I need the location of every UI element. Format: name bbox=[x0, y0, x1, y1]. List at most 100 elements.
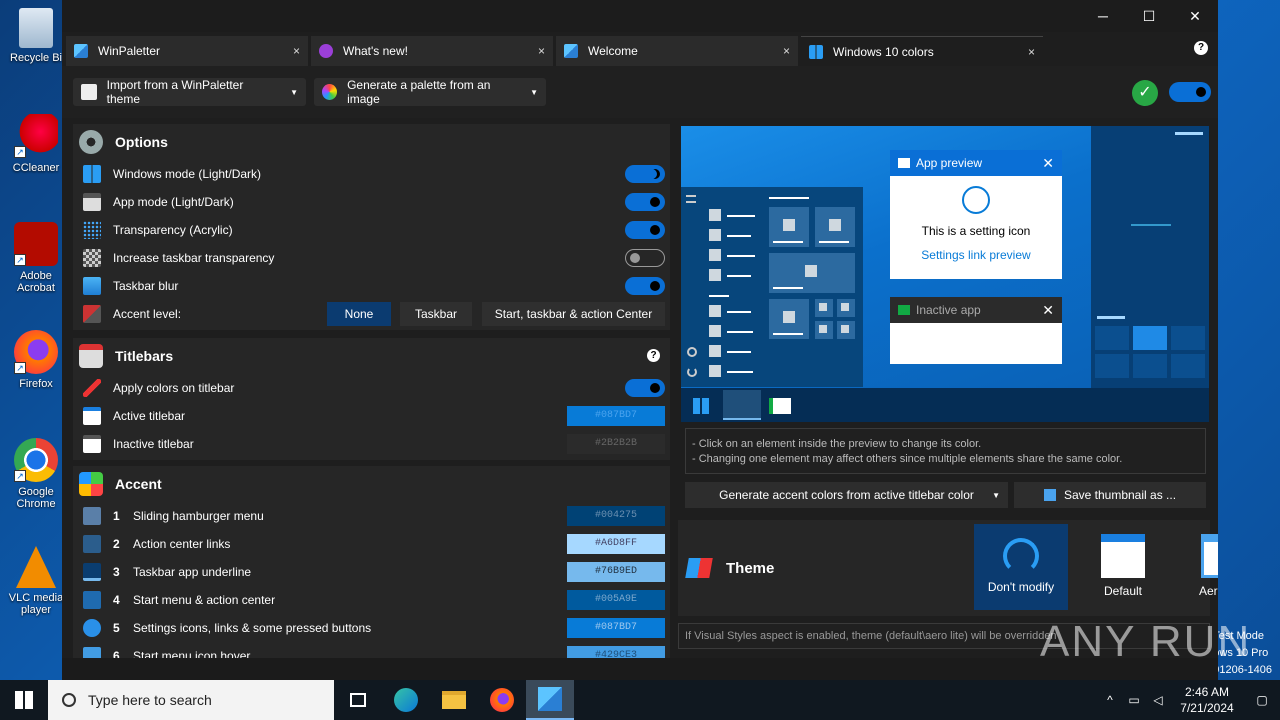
desktop-icon-adobe-acrobat[interactable]: ↗ Adobe Acrobat bbox=[4, 222, 68, 294]
save-thumbnail-button[interactable]: Save thumbnail as ... bbox=[1014, 482, 1206, 508]
task-view-icon bbox=[350, 693, 366, 707]
preview-start-menu[interactable] bbox=[681, 187, 863, 387]
help-icon[interactable]: ? bbox=[647, 349, 660, 362]
settings-icon[interactable] bbox=[687, 347, 697, 357]
notification-icon[interactable]: ▢ bbox=[1244, 693, 1280, 707]
tab-welcome[interactable]: Welcome × bbox=[556, 36, 798, 66]
network-icon[interactable]: ▭ bbox=[1122, 693, 1146, 707]
tab-windows-10-colors[interactable]: Windows 10 colors × bbox=[801, 36, 1043, 66]
clock[interactable]: 2:46 AM 7/21/2024 bbox=[1170, 684, 1244, 716]
chevron-up-icon[interactable]: ^ bbox=[1098, 693, 1122, 707]
accent-color-swatch[interactable]: #A6D8FF bbox=[567, 534, 665, 554]
action-line bbox=[1131, 224, 1171, 226]
taskbar-winpaletter[interactable] bbox=[526, 680, 574, 720]
start-tile[interactable] bbox=[837, 299, 855, 317]
start-tile[interactable] bbox=[769, 207, 809, 247]
windows-preview[interactable]: App preview ✕ This is a setting icon Set… bbox=[681, 126, 1209, 422]
inactive-titlebar-color-swatch[interactable]: #2B2B2B bbox=[567, 434, 665, 454]
palette-icon[interactable] bbox=[962, 186, 990, 214]
taskbar-blur-toggle[interactable] bbox=[625, 277, 665, 295]
preview-inactive-title: Inactive app bbox=[916, 303, 981, 317]
theme-option-label: Don't modify bbox=[987, 580, 1055, 594]
quick-action-tile[interactable] bbox=[1133, 354, 1167, 378]
action-link[interactable] bbox=[1175, 132, 1203, 135]
desktop-icon-firefox[interactable]: ↗ Firefox bbox=[4, 330, 68, 390]
settings-link[interactable]: Settings link preview bbox=[890, 248, 1062, 262]
accent-color-swatch[interactable]: #76B9ED bbox=[567, 562, 665, 582]
quick-action-tile[interactable] bbox=[1095, 354, 1129, 378]
quick-action-tile[interactable] bbox=[1171, 326, 1205, 350]
preview-active-window[interactable]: App preview ✕ This is a setting icon Set… bbox=[890, 150, 1062, 279]
help-icon[interactable]: ? bbox=[1194, 41, 1208, 55]
desktop-icon-google-chrome[interactable]: ↗ Google Chrome bbox=[4, 438, 68, 510]
tab-close-icon[interactable]: × bbox=[293, 44, 300, 58]
desktop-icon-vlc[interactable]: VLC media player bbox=[4, 546, 68, 616]
tab-winpaletter[interactable]: WinPaletter × bbox=[66, 36, 308, 66]
start-tile[interactable] bbox=[769, 253, 855, 293]
enable-toggle[interactable] bbox=[1169, 82, 1211, 102]
preview-taskbar[interactable] bbox=[681, 388, 1209, 422]
taskbar-app[interactable] bbox=[769, 398, 791, 414]
taskbar-search[interactable]: Type here to search bbox=[48, 680, 334, 720]
preview-inactive-titlebar[interactable]: Inactive app ✕ bbox=[890, 297, 1062, 323]
windows-logo-icon[interactable] bbox=[693, 398, 709, 414]
close-icon[interactable]: ✕ bbox=[1042, 155, 1054, 172]
active-titlebar-color-swatch[interactable]: #087BD7 bbox=[567, 406, 665, 426]
accent-level-taskbar[interactable]: Taskbar bbox=[400, 302, 472, 326]
start-tile[interactable] bbox=[815, 321, 833, 339]
preview-action-center[interactable] bbox=[1091, 126, 1209, 388]
app-mode-toggle[interactable] bbox=[625, 193, 665, 211]
minimize-button[interactable]: ─ bbox=[1080, 0, 1126, 32]
desktop-icon-ccleaner[interactable]: ↗ CCleaner bbox=[4, 114, 68, 174]
start-tile[interactable] bbox=[837, 321, 855, 339]
tab-close-icon[interactable]: × bbox=[783, 44, 790, 58]
theme-option-aero-lite[interactable]: Aero Lite bbox=[1176, 524, 1218, 610]
volume-icon[interactable]: ◁ bbox=[1146, 693, 1170, 707]
taskbar-transparency-toggle[interactable] bbox=[625, 249, 665, 267]
generate-palette-button[interactable]: Generate a palette from an image ▼ bbox=[314, 78, 546, 106]
close-icon[interactable]: ✕ bbox=[1042, 302, 1054, 319]
option-label: Accent level: bbox=[113, 307, 182, 321]
option-label: Increase taskbar transparency bbox=[113, 251, 275, 265]
maximize-button[interactable]: ☐ bbox=[1126, 0, 1172, 32]
transparency-toggle[interactable] bbox=[625, 221, 665, 239]
theme-option-default[interactable]: Default bbox=[1076, 524, 1170, 610]
options-header: Options bbox=[73, 124, 670, 160]
start-tile[interactable] bbox=[769, 299, 809, 339]
apply-titlebar-toggle[interactable] bbox=[625, 379, 665, 397]
accent-level-start-taskbar-action[interactable]: Start, taskbar & action Center bbox=[482, 302, 665, 326]
power-icon[interactable] bbox=[687, 367, 697, 377]
quick-action-tile-pressed[interactable] bbox=[1133, 326, 1167, 350]
generate-accent-button[interactable]: Generate accent colors from active title… bbox=[685, 482, 1008, 508]
option-row-taskbar-blur: Taskbar blur bbox=[73, 272, 670, 300]
windows-mode-toggle[interactable] bbox=[625, 165, 665, 183]
start-button[interactable] bbox=[0, 680, 48, 720]
save-disk-icon bbox=[1043, 489, 1056, 501]
import-theme-button[interactable]: Import from a WinPaletter theme ▼ bbox=[73, 78, 306, 106]
option-row-app-mode: App mode (Light/Dark) bbox=[73, 188, 670, 216]
task-view-button[interactable] bbox=[334, 680, 382, 720]
accent-color-swatch[interactable]: #005A9E bbox=[567, 590, 665, 610]
start-tile[interactable] bbox=[815, 207, 855, 247]
checkmark-icon[interactable]: ✓ bbox=[1132, 80, 1158, 106]
taskbar-app-active[interactable] bbox=[723, 390, 761, 420]
preview-inactive-window[interactable]: Inactive app ✕ bbox=[890, 297, 1062, 364]
taskbar-file-explorer[interactable] bbox=[430, 680, 478, 720]
taskbar-edge[interactable] bbox=[382, 680, 430, 720]
hamburger-icon[interactable] bbox=[686, 195, 696, 203]
close-button[interactable]: ✕ bbox=[1172, 0, 1218, 32]
preview-active-titlebar[interactable]: App preview ✕ bbox=[890, 150, 1062, 176]
taskbar-firefox[interactable] bbox=[478, 680, 526, 720]
quick-action-tile[interactable] bbox=[1171, 354, 1205, 378]
tab-close-icon[interactable]: × bbox=[1028, 45, 1035, 59]
desktop-icon-recycle-bin[interactable]: Recycle Bi bbox=[4, 8, 68, 64]
tab-whats-new[interactable]: What's new! × bbox=[311, 36, 553, 66]
action-link[interactable] bbox=[1097, 316, 1125, 319]
accent-color-swatch[interactable]: #087BD7 bbox=[567, 618, 665, 638]
quick-action-tile[interactable] bbox=[1095, 326, 1129, 350]
accent-level-none[interactable]: None bbox=[327, 302, 391, 326]
accent-color-swatch[interactable]: #004275 bbox=[567, 506, 665, 526]
tab-close-icon[interactable]: × bbox=[538, 44, 545, 58]
start-tile[interactable] bbox=[815, 299, 833, 317]
theme-option-dont-modify[interactable]: Don't modify bbox=[974, 524, 1068, 610]
